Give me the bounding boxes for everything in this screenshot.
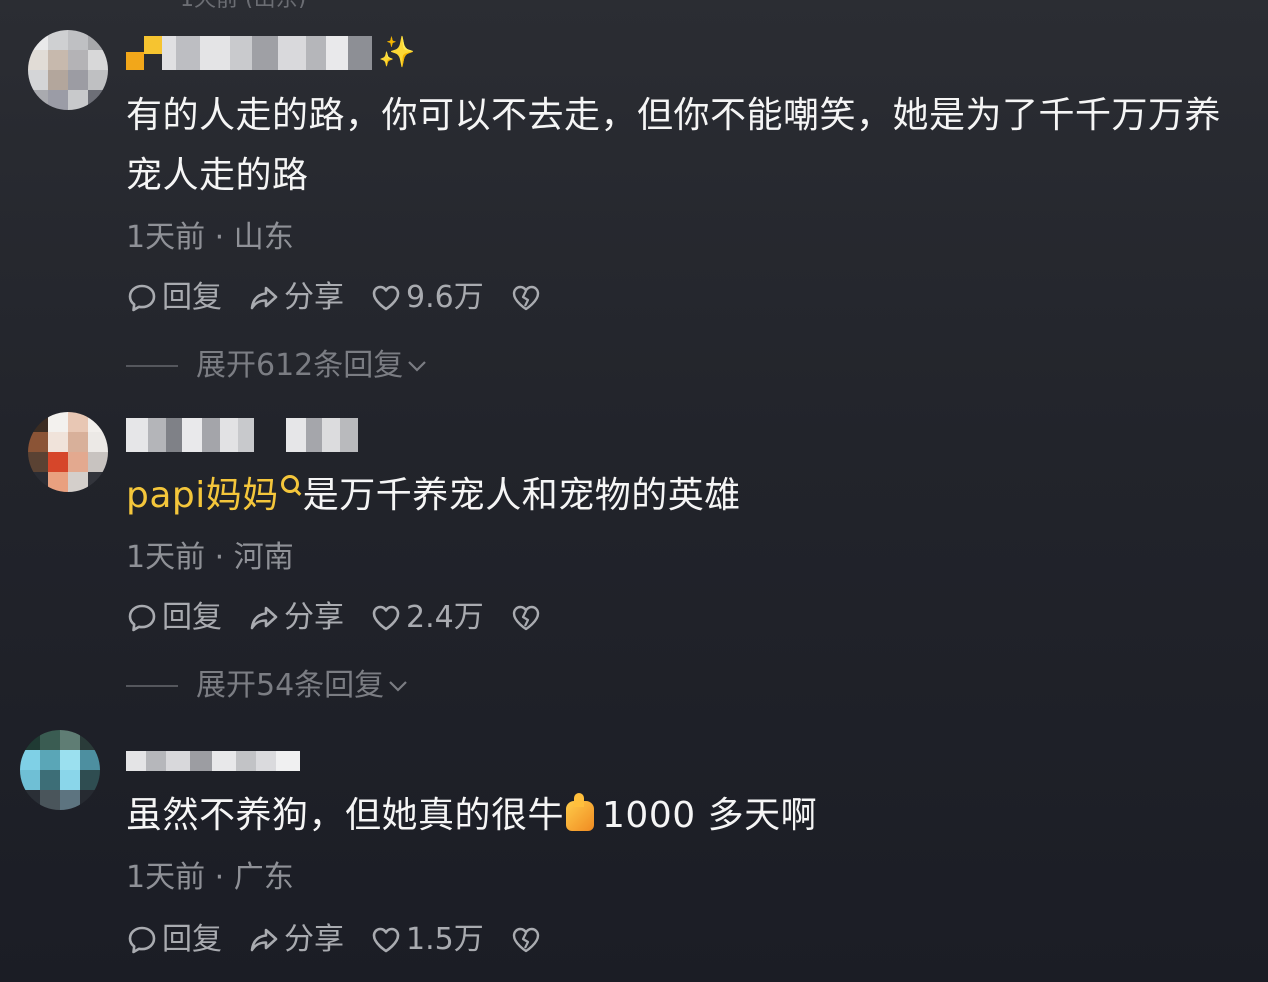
divider (126, 365, 178, 367)
share-label: 分享 (284, 600, 344, 635)
share-button[interactable]: 分享 (248, 278, 344, 318)
comment-actions: 回复 分享 2.4万 (126, 598, 572, 638)
heart-icon (372, 605, 400, 631)
like-button[interactable]: 1.5万 (370, 920, 484, 960)
dislike-button[interactable] (510, 282, 546, 314)
comment-meta: 1天前 · 河南 (126, 540, 294, 575)
divider (126, 685, 178, 687)
chevron-down-icon (389, 681, 407, 692)
like-button[interactable]: 2.4万 (370, 598, 484, 638)
reply-button[interactable]: 回复 (126, 598, 222, 638)
share-icon (250, 606, 278, 630)
comment-icon (128, 604, 156, 632)
reply-label: 回复 (162, 922, 222, 957)
heart-icon (372, 927, 400, 953)
comment-icon (128, 284, 156, 312)
expand-replies[interactable]: 展开54条回复 (126, 666, 410, 706)
broken-heart-icon (512, 285, 539, 311)
comment-body-tail: 1000 多天啊 (602, 795, 818, 836)
comment-meta: 1天前 · 广东 (126, 860, 294, 895)
chevron-down-icon (408, 361, 427, 372)
cut-off-text: 1天前 (山东) (180, 0, 340, 8)
broken-heart-icon (512, 605, 539, 631)
mention-link[interactable]: papi妈妈 (126, 475, 279, 516)
comment-actions: 回复 分享 9.6万 (126, 278, 572, 318)
share-icon (250, 928, 278, 952)
reply-button[interactable]: 回复 (126, 920, 222, 960)
dislike-button[interactable] (510, 602, 546, 634)
like-count: 1.5万 (406, 922, 484, 957)
share-label: 分享 (284, 280, 344, 315)
avatar[interactable] (28, 412, 108, 492)
reply-button[interactable]: 回复 (126, 278, 222, 318)
share-button[interactable]: 分享 (248, 920, 344, 960)
share-label: 分享 (284, 922, 344, 957)
like-button[interactable]: 9.6万 (370, 278, 484, 318)
reply-label: 回复 (162, 600, 222, 635)
share-icon (250, 286, 278, 310)
like-count: 2.4万 (406, 600, 484, 635)
thumbs-up-emoji (566, 793, 595, 831)
sparkle-icon: ✨ (378, 35, 416, 70)
search-icon (280, 475, 299, 493)
comment-text: 有的人走的路，你可以不去走，但你不能嘲笑，她是为了千千万万养宠人走的路 (126, 95, 1222, 196)
comment-icon (128, 926, 156, 954)
dislike-button[interactable] (510, 924, 546, 956)
comment-text: 虽然不养狗，但她真的很牛 1000 多天啊 (126, 786, 1246, 846)
heart-icon (372, 285, 400, 311)
reply-label: 回复 (162, 280, 222, 315)
username[interactable] (126, 418, 358, 452)
expand-label: 展开612条回复 (196, 348, 404, 383)
share-button[interactable]: 分享 (248, 598, 344, 638)
comment-body: 虽然不养狗，但她真的很牛 (126, 795, 565, 836)
comment-text: papi妈妈 是万千养宠人和宠物的英雄 (126, 466, 1246, 526)
avatar[interactable] (28, 30, 108, 110)
comment-actions: 回复 分享 1.5万 (126, 920, 572, 960)
expand-label: 展开54条回复 (196, 668, 385, 703)
comment-meta: 1天前 · 山东 (126, 220, 294, 255)
like-count: 9.6万 (406, 280, 484, 315)
username[interactable] (126, 744, 300, 778)
expand-replies[interactable]: 展开612条回复 (126, 346, 429, 386)
broken-heart-icon (512, 927, 539, 953)
comment-body: 是万千养宠人和宠物的英雄 (302, 475, 741, 516)
username[interactable]: ✨ (126, 36, 415, 70)
avatar[interactable] (20, 730, 100, 810)
